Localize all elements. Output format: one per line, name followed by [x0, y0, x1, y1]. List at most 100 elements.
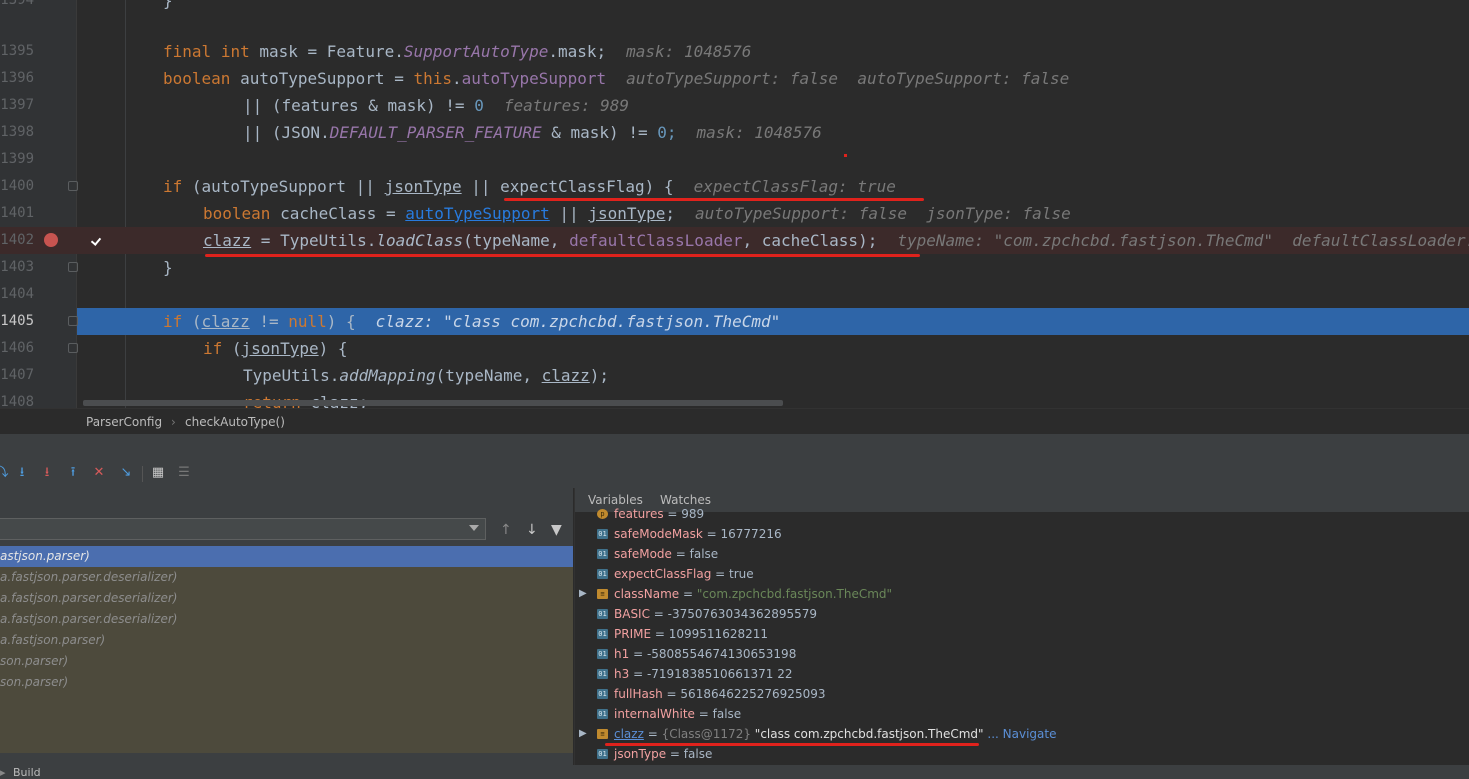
fold-icon[interactable] [68, 181, 78, 191]
var-clazz: clazz [203, 231, 252, 250]
breadcrumb-class[interactable]: ParserConfig [86, 409, 162, 435]
navigate-link[interactable]: ... Navigate [987, 727, 1056, 741]
code-editor[interactable]: 1394 } 1395 final int mask = Feature.Sup… [0, 0, 1469, 408]
status-bar: ▸ Build [0, 765, 1469, 779]
frame-item[interactable]: a.fastjson.parser) [0, 630, 573, 651]
frame-item[interactable]: a.fastjson.parser.deserializer) [0, 588, 573, 609]
build-tab[interactable]: Build [13, 765, 41, 779]
fold-icon[interactable] [68, 262, 78, 272]
variable-value: "com.zpchcbd.fastjson.TheCmd" [696, 587, 893, 601]
code-text: } [163, 0, 173, 14]
arrow-down-icon[interactable]: ↓ [526, 522, 538, 538]
variable-row[interactable]: 01 safeMode = false [575, 544, 1469, 564]
variable-name: fullHash [614, 687, 663, 701]
link-auto-type-support[interactable]: autoTypeSupport [405, 204, 550, 223]
fold-icon[interactable] [68, 316, 78, 326]
chevron-down-icon [469, 525, 479, 531]
code-line: 1394 } [0, 0, 1469, 14]
variable-row[interactable]: 01 h3 = -7191838510661371 22 [575, 664, 1469, 684]
variable-row[interactable]: ▶ ≡ clazz = {Class@1172} "class com.zpch… [575, 724, 1469, 744]
breakpoint-icon[interactable] [44, 233, 102, 247]
variable-name: PRIME [614, 627, 652, 641]
variable-row[interactable]: 01 BASIC = -3750763034362895579 [575, 604, 1469, 624]
frame-item[interactable]: a.fastjson.parser.deserializer) [0, 609, 573, 630]
drop-frame-icon[interactable]: ✕ [91, 465, 107, 481]
arrow-up-icon[interactable]: ↑ [500, 522, 512, 538]
variable-row[interactable]: 01 internalWhite = false [575, 704, 1469, 724]
variable-entry: features = 989 [614, 507, 705, 521]
line-number: 1404 [0, 286, 34, 302]
code-text: TypeUtils.addMapping(typeName, clazz); [243, 362, 609, 389]
code-line: 1403 } [0, 254, 1469, 281]
code-text: boolean cacheClass = autoTypeSupport || … [203, 200, 1071, 227]
trace-icon[interactable]: ☰ [176, 465, 192, 481]
code-line: 1401 boolean cacheClass = autoTypeSuppor… [0, 200, 1469, 227]
variable-row[interactable]: 01 jsonType = false [575, 744, 1469, 764]
keyword-boolean: boolean [163, 69, 231, 88]
step-into-icon[interactable]: ⭳ [14, 465, 30, 481]
horizontal-scrollbar[interactable] [83, 400, 783, 406]
variable-row[interactable]: 01 PRIME = 1099511628211 [575, 624, 1469, 644]
filter-icon[interactable]: ▼ [551, 522, 562, 538]
variable-row[interactable]: p features = 989 [575, 504, 1469, 524]
param-icon: p [597, 509, 608, 519]
variable-entry: expectClassFlag = true [614, 567, 754, 581]
variable-row[interactable]: 01 fullHash = 5618646225276925093 [575, 684, 1469, 704]
line-number: 1400 [0, 178, 34, 194]
code-line: 1407 TypeUtils.addMapping(typeName, claz… [0, 362, 1469, 389]
expand-arrow-icon[interactable]: ▶ [579, 724, 587, 744]
cache-class-arg: , cacheClass); [742, 231, 878, 250]
variable-row[interactable]: ▶ ≡ className = "com.zpchcbd.fastjson.Th… [575, 584, 1469, 604]
frame-item[interactable]: a.fastjson.parser.deserializer) [0, 567, 573, 588]
line-number: 1396 [0, 70, 34, 86]
inline-value-hint: typeName: "com.zpchcbd.fastjson.TheCmd" … [897, 231, 1469, 250]
primitive-icon: 01 [597, 649, 608, 659]
method-load-class: loadClass [376, 231, 464, 250]
inline-value-hint: mask: 1048576 [696, 123, 822, 142]
step-over-icon[interactable]: ⤵ [0, 465, 10, 481]
breadcrumb-separator-icon: › [171, 415, 176, 429]
line-number: 1397 [0, 97, 34, 113]
frame-item[interactable]: astjson.parser) [0, 546, 573, 567]
code-text: clazz = TypeUtils.loadClass(typeName, de… [203, 227, 1469, 254]
force-step-into-icon[interactable]: ⭳ [39, 465, 55, 481]
type-name-arg: (typeName, [463, 231, 570, 250]
var-clazz: clazz [201, 312, 250, 331]
frames-panel: ↑ ↓ ▼ astjson.parser) a.fastjson.parser.… [0, 488, 573, 779]
primitive-icon: 01 [597, 669, 608, 679]
thread-selector[interactable] [0, 518, 486, 540]
mask-end: .mask; [548, 42, 607, 61]
auto-type-decl: autoTypeSupport = [230, 69, 414, 88]
variable-value: "class com.zpchcbd.fastjson.TheCmd" [754, 727, 984, 741]
code-text: if (autoTypeSupport || jsonType || expec… [163, 173, 896, 200]
primitive-icon: 01 [597, 529, 608, 539]
number-zero: 0; [657, 123, 677, 142]
primitive-icon: 01 [597, 749, 608, 759]
red-dot-mark [844, 154, 847, 157]
variable-value: -5808554674130653198 [646, 647, 797, 661]
code-text: boolean autoTypeSupport = this.autoTypeS… [163, 65, 1069, 92]
variable-row[interactable]: 01 safeModeMask = 16777216 [575, 524, 1469, 544]
variable-row[interactable]: 01 h1 = -5808554674130653198 [575, 644, 1469, 664]
variable-value: 5618646225276925093 [680, 687, 826, 701]
code-line: 1400 if (autoTypeSupport || jsonType || … [0, 173, 1469, 200]
line-number: 1401 [0, 205, 34, 221]
frame-item[interactable]: son.parser) [0, 672, 573, 693]
frame-filler [0, 693, 573, 753]
evaluate-expression-icon[interactable]: ▦ [150, 465, 166, 481]
run-to-cursor-icon[interactable]: ↘ [118, 465, 134, 481]
frame-list: astjson.parser) a.fastjson.parser.deseri… [0, 546, 573, 753]
expand-arrow-icon[interactable]: ▶ [579, 584, 587, 604]
field-default-parser-feature: DEFAULT_PARSER_FEATURE [329, 123, 542, 142]
frame-item[interactable]: son.parser) [0, 651, 573, 672]
line-number: 1395 [0, 43, 34, 59]
or-operator: || [549, 204, 589, 223]
step-out-icon[interactable]: ⭱ [65, 465, 81, 481]
variable-name: jsonType [614, 747, 667, 761]
code-line: 1396 boolean autoTypeSupport = this.auto… [0, 65, 1469, 92]
fold-icon[interactable] [68, 343, 78, 353]
breadcrumb-method[interactable]: checkAutoType() [185, 409, 285, 435]
code-line: 1406 if (jsonType) { [0, 335, 1469, 362]
variable-row[interactable]: 01 expectClassFlag = true [575, 564, 1469, 584]
code-line: 1395 final int mask = Feature.SupportAut… [0, 38, 1469, 65]
